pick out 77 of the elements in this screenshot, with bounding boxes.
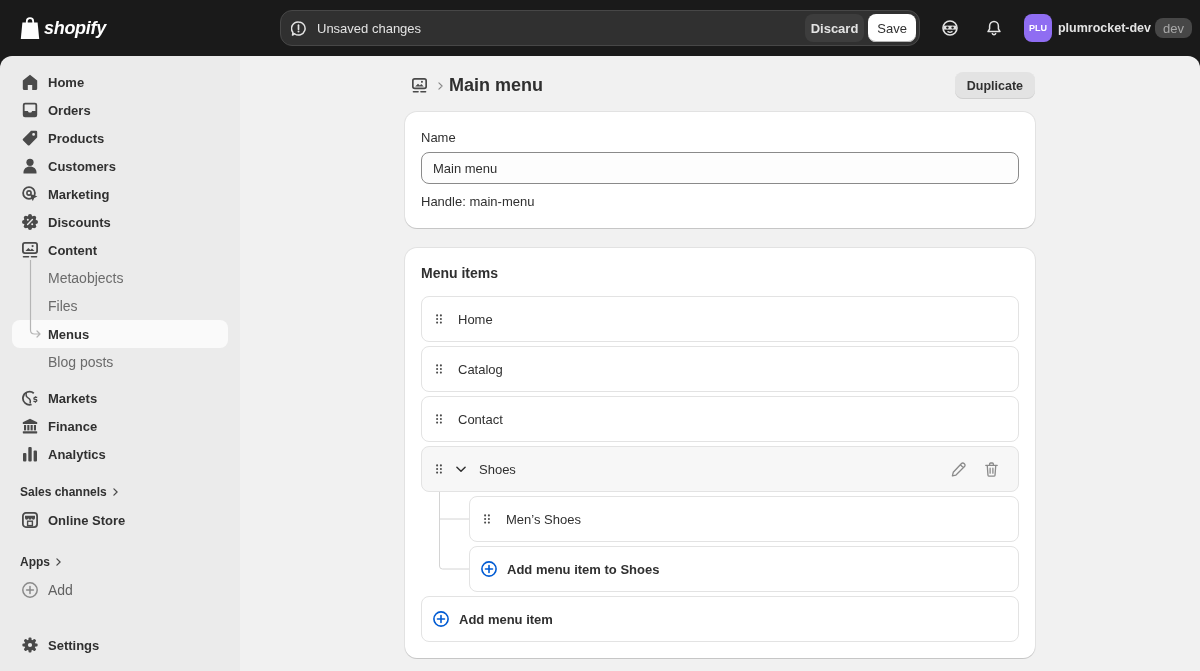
home-icon xyxy=(22,74,38,90)
name-input[interactable]: Main menu xyxy=(421,152,1019,184)
menu-item-row[interactable]: Home xyxy=(421,296,1019,342)
tree-connector-icon xyxy=(439,492,469,570)
drag-handle-icon[interactable] xyxy=(436,464,442,474)
plus-circle-icon xyxy=(433,611,449,627)
sidebar-item[interactable]: Discounts xyxy=(12,208,228,236)
add-submenu-item-button[interactable]: Add menu item to Shoes xyxy=(469,546,1019,592)
brand-logo-text: shopify xyxy=(44,17,106,39)
sidebar-item[interactable]: Home xyxy=(12,68,228,96)
drag-handle-icon[interactable] xyxy=(484,514,490,524)
handle-text: Handle: main-menu xyxy=(421,193,536,211)
inbox-tray-icon xyxy=(22,102,38,118)
sidebar-item[interactable]: Orders xyxy=(12,96,228,124)
sidebar-subitem[interactable]: Metaobjects xyxy=(12,264,228,292)
add-menu-item-button[interactable]: Add menu item xyxy=(421,596,1019,642)
discard-button[interactable]: Discard xyxy=(804,14,865,42)
drag-handle-icon[interactable] xyxy=(436,414,442,424)
trash-icon[interactable] xyxy=(985,461,998,477)
save-button[interactable]: Save xyxy=(868,14,916,42)
menu-item-label: Catalog xyxy=(458,361,503,377)
alert-icon xyxy=(291,20,306,36)
sidebar-item[interactable]: Marketing xyxy=(12,180,228,208)
sidebar-subitem[interactable]: Files xyxy=(12,292,228,320)
menu-item-row[interactable]: Catalog xyxy=(421,346,1019,392)
bank-icon xyxy=(22,418,38,434)
sidebar-subitem[interactable]: Menus xyxy=(12,320,228,348)
menu-item-row[interactable]: Men’s Shoes xyxy=(469,496,1019,542)
plus-circle-icon xyxy=(22,582,38,598)
section-heading[interactable]: Apps xyxy=(12,550,69,574)
image-monitor-icon[interactable] xyxy=(412,78,427,93)
bar-chart-icon xyxy=(22,446,38,462)
bell-icon[interactable] xyxy=(985,20,1002,36)
sidebar-item[interactable]: Add xyxy=(12,576,228,604)
chevron-right-icon xyxy=(438,81,443,90)
plus-circle-icon xyxy=(481,561,497,577)
chevron-right-icon xyxy=(112,488,118,496)
sidebar-item[interactable]: Finance xyxy=(12,412,228,440)
menu-item-row[interactable]: Contact xyxy=(421,396,1019,442)
sidebar-item[interactable]: Online Store xyxy=(12,506,228,534)
menu-item-label: Men’s Shoes xyxy=(506,511,581,527)
menu-item-label: Shoes xyxy=(479,461,516,477)
duplicate-button[interactable]: Duplicate xyxy=(954,72,1035,99)
tag-icon xyxy=(22,130,38,146)
storefront-icon xyxy=(22,512,38,528)
sidebar-item[interactable]: Products xyxy=(12,124,228,152)
menu-item-row[interactable]: Shoes xyxy=(421,446,1019,492)
globe-dollar-icon xyxy=(22,390,38,406)
chevron-right-icon xyxy=(56,558,61,566)
chevron-down-icon[interactable] xyxy=(456,465,466,473)
menu-item-label: Contact xyxy=(458,411,503,427)
store-name[interactable]: plumrocket-dev xyxy=(1057,21,1152,35)
pencil-icon[interactable] xyxy=(951,461,966,477)
percent-badge-icon xyxy=(22,214,38,230)
menu-item-label: Home xyxy=(458,311,493,327)
environment-badge: dev xyxy=(1155,18,1192,38)
card-title: Menu items xyxy=(421,264,499,282)
drag-handle-icon[interactable] xyxy=(436,364,442,374)
section-heading[interactable]: Sales channels xyxy=(12,480,126,504)
sidebar-item[interactable]: Markets xyxy=(12,384,228,412)
sidebar-item[interactable]: Content xyxy=(12,236,228,264)
masked-face-icon[interactable] xyxy=(941,20,958,36)
target-cursor-icon xyxy=(22,186,38,202)
person-icon xyxy=(22,158,38,174)
connector-arrow-icon xyxy=(29,260,41,338)
store-avatar[interactable]: PLU xyxy=(1023,14,1052,42)
sidebar-item[interactable]: Customers xyxy=(12,152,228,180)
page-title: Main menu xyxy=(449,75,543,96)
sidebar-subitem[interactable]: Blog posts xyxy=(12,348,228,376)
sidebar-item[interactable]: Analytics xyxy=(12,440,228,468)
settings-icon xyxy=(22,637,38,653)
field-label: Name xyxy=(421,129,457,147)
sidebar-item[interactable]: Settings xyxy=(12,631,228,659)
drag-handle-icon[interactable] xyxy=(436,314,442,324)
image-monitor-icon xyxy=(22,242,38,258)
status-message: Unsaved changes xyxy=(317,20,423,36)
shopping-bag-logo-icon xyxy=(20,16,40,40)
